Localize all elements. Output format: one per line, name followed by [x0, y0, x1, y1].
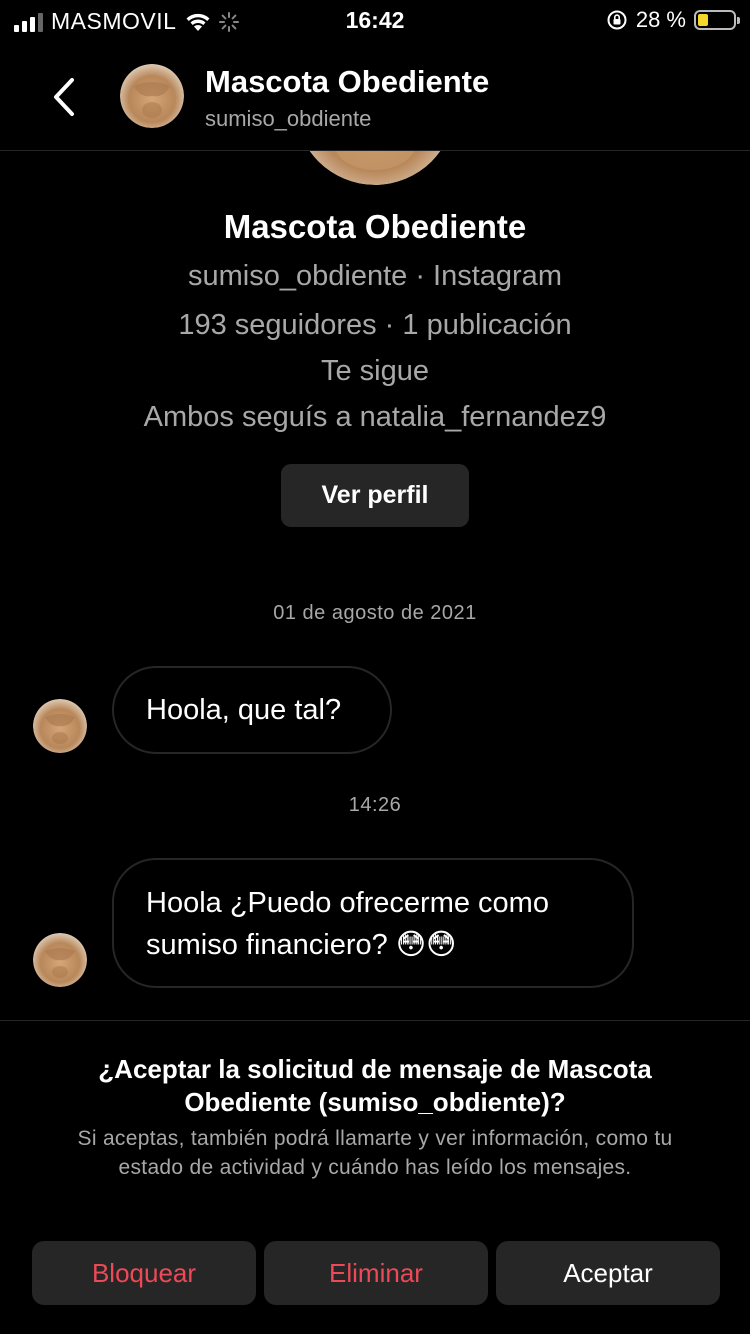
- header-avatar[interactable]: [120, 64, 184, 128]
- request-title: ¿Aceptar la solicitud de mensaje de Masc…: [98, 1054, 652, 1117]
- header-name[interactable]: Mascota Obediente: [205, 64, 489, 100]
- battery-icon: [694, 10, 740, 30]
- back-chevron-icon[interactable]: [40, 72, 90, 122]
- battery-percentage: 28 %: [635, 7, 686, 32]
- message-text: Hoola, que tal?: [146, 694, 342, 726]
- accept-button[interactable]: Aceptar: [496, 1241, 720, 1305]
- block-button[interactable]: Bloquear: [32, 1241, 256, 1305]
- message-avatar[interactable]: [33, 699, 87, 753]
- profile-mutual-line: Ambos seguís a natalia_fernandez9: [143, 401, 607, 433]
- message-bubble[interactable]: Hoola, que tal?: [112, 666, 392, 754]
- request-divider: [0, 1020, 750, 1021]
- date-separator: 01 de agosto de 2021: [273, 602, 477, 624]
- message-avatar[interactable]: [33, 933, 87, 987]
- time-separator: 14:26: [348, 794, 402, 816]
- view-profile-button[interactable]: Ver perfil: [281, 464, 469, 527]
- delete-button[interactable]: Eliminar: [264, 1241, 488, 1305]
- orientation-lock-icon: [607, 10, 627, 30]
- message-text: Hoola ¿Puedo ofrecerme como sumiso finan…: [146, 887, 549, 961]
- header-username[interactable]: sumiso_obdiente: [205, 106, 371, 132]
- profile-stats-line: 193 seguidores · 1 publicación: [178, 309, 572, 341]
- profile-follows-line: Te sigue: [320, 355, 429, 387]
- request-description: Si aceptas, también podrá llamarte y ver…: [77, 1127, 673, 1179]
- profile-name: Mascota Obediente: [223, 208, 527, 245]
- profile-handle-line: sumiso_obdiente · Instagram: [188, 260, 562, 292]
- message-bubble[interactable]: Hoola ¿Puedo ofrecerme como sumiso finan…: [112, 858, 634, 988]
- profile-avatar[interactable]: [295, 151, 455, 185]
- chat-header: Mascota Obediente sumiso_obdiente: [0, 50, 750, 150]
- status-bar: MASMOVIL 16:42 28 %: [0, 0, 750, 40]
